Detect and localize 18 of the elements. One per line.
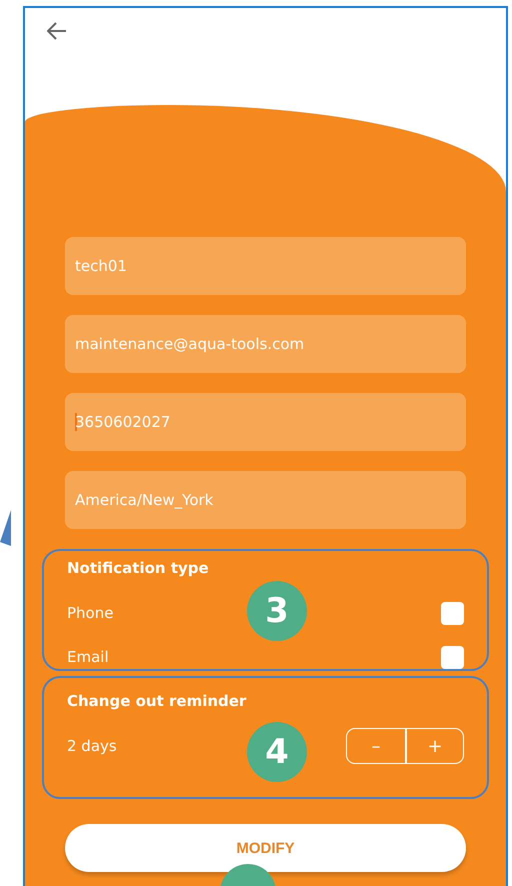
increment-button[interactable]: + [405, 729, 463, 763]
decrement-button[interactable]: – [347, 729, 405, 763]
checkbox[interactable] [441, 646, 464, 668]
modify-button[interactable]: MODIFY [65, 824, 466, 872]
section-title: Notification type [67, 559, 210, 577]
callout-marker: 4 [247, 722, 307, 782]
text-field[interactable]: tech01 [65, 237, 466, 295]
checkbox[interactable] [441, 602, 464, 624]
text-field[interactable]: 3650602027 [65, 393, 466, 451]
option-label: Email [67, 648, 109, 666]
back-arrow-icon[interactable] [47, 22, 67, 40]
text-field[interactable]: America/New_York [65, 471, 466, 529]
option-label: Phone [67, 604, 114, 622]
arrow-pointer-icon [0, 510, 11, 546]
callout-marker: 3 [247, 581, 307, 641]
text-field[interactable]: maintenance@aqua-tools.com [65, 315, 466, 373]
reminder-value: 2 days [67, 737, 117, 755]
section-title: Change out reminder [67, 692, 248, 710]
